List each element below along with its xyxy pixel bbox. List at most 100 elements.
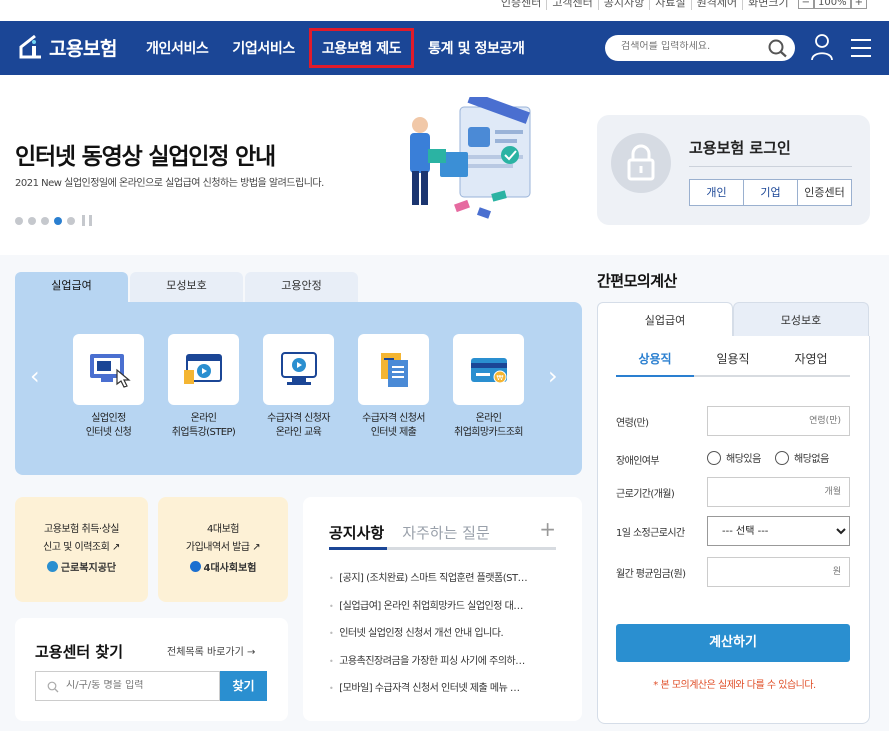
plus-icon[interactable]: +	[539, 517, 556, 541]
login-business-button[interactable]: 기업	[744, 179, 798, 206]
external-link-icon: ↗	[252, 542, 261, 553]
nav-insurance-system[interactable]: 고용보험 제도	[308, 28, 415, 68]
calculator-tabs: 실업급여 모성보호	[597, 302, 869, 337]
search-icon[interactable]	[767, 38, 789, 58]
list-item[interactable]: 인터넷 실업인정 신청서 개선 안내 입니다.	[329, 624, 556, 652]
zoom-out-button[interactable]: −	[797, 0, 815, 9]
service-label: 수급자격 신청자 온라인 교육	[267, 413, 330, 438]
age-input[interactable]	[707, 406, 850, 436]
card-4insurance-certificate[interactable]: 4대보험 가입내역서 발급 ↗ 4대사회보험	[158, 497, 288, 602]
card-text: 4대보험 가입내역서 발급 ↗	[185, 524, 261, 553]
banner-dot-active[interactable]	[54, 216, 62, 225]
tab-faq[interactable]: 자주하는 질문	[402, 522, 490, 543]
wage-label: 월간 평균임금(원)	[616, 569, 686, 580]
list-item[interactable]: [공지] (조치완료) 스마트 직업훈련 플랫폼(ST…	[329, 569, 556, 597]
nav-business-services[interactable]: 기업서비스	[220, 38, 306, 58]
calc-disclaimer: * 본 모의계산은 실제와 다를 수 있습니다.	[653, 680, 816, 691]
card-insurance-history[interactable]: 고용보험 취득·상실 신고 및 이력조회 ↗ 근로복지공단	[15, 497, 148, 602]
wage-row: 월간 평균임금(원)	[616, 557, 850, 587]
util-link-notice[interactable]: 공지사항	[597, 0, 649, 10]
util-link-customer[interactable]: 고객센터	[546, 0, 597, 10]
util-link-cert[interactable]: 인증센터	[496, 0, 546, 10]
period-input[interactable]	[707, 477, 850, 507]
list-item[interactable]: [실업급여] 온라인 취업희망카드 실업인정 대…	[329, 597, 556, 625]
card-text: 고용보험 취득·상실 신고 및 이력조회 ↗	[43, 524, 120, 553]
login-box: 고용보험 로그인 개인 기업 인증센터	[597, 115, 870, 225]
menu-icon[interactable]	[850, 38, 872, 58]
notice-tabs: 공지사항 자주하는 질문	[329, 522, 508, 543]
4insurance-logo: 4대사회보험	[158, 559, 288, 574]
calculator-form: 상용직 일용직 자영업 연령(만) 장애인여부 해당있음 해당없음 근로기간(개…	[597, 336, 870, 724]
age-label: 연령(만)	[616, 418, 649, 429]
tab-unemployment-benefit[interactable]: 실업급여	[15, 272, 128, 302]
util-link-screen-size: 화면크기	[742, 0, 793, 10]
document-icon	[380, 352, 408, 387]
disability-label: 장애인여부	[616, 456, 660, 467]
utility-bar: 인증센터 고객센터 공지사항 자료실 원격제어 화면크기 − 100% +	[0, 0, 889, 21]
chevron-right-icon[interactable]: ›	[548, 362, 558, 390]
calculate-button[interactable]: 계산하기	[616, 624, 850, 662]
hero-title: 인터넷 동영상 실업인정 안내	[15, 144, 276, 170]
service-label: 실업인정 인터넷 신청	[85, 413, 132, 438]
login-personal-button[interactable]: 개인	[689, 179, 744, 206]
notice-list: [공지] (조치완료) 스마트 직업훈련 플랫폼(ST… [실업급여] 온라인 …	[329, 569, 556, 707]
calc-tab-unemployment[interactable]: 실업급여	[597, 302, 733, 337]
chevron-left-icon[interactable]: ‹	[30, 362, 40, 390]
center-search-input[interactable]	[66, 680, 211, 691]
calc-subtab-regular[interactable]: 상용직	[616, 350, 694, 377]
calc-subtab-self-employed[interactable]: 자영업	[772, 350, 850, 375]
monitor-play-icon	[280, 351, 317, 385]
monitor-click-icon	[89, 353, 131, 388]
banner-dot[interactable]	[15, 216, 23, 225]
service-item-job-card[interactable]: ₩ 온라인 취업희망카드조회	[441, 334, 536, 440]
login-cert-center-button[interactable]: 인증센터	[798, 179, 852, 206]
service-item-online-lecture[interactable]: 온라인 취업특강(STEP)	[156, 334, 251, 440]
user-icon[interactable]	[810, 33, 834, 61]
zoom-in-button[interactable]: +	[850, 0, 867, 9]
tab-maternity-protection[interactable]: 모성보호	[130, 272, 243, 302]
service-item-online-education[interactable]: 수급자격 신청자 온라인 교육	[251, 334, 346, 440]
lock-icon	[611, 133, 671, 193]
banner-dot[interactable]	[41, 216, 49, 225]
nav-statistics[interactable]: 통계 및 정보공개	[416, 38, 536, 58]
tab-employment-stability[interactable]: 고용안정	[245, 272, 358, 302]
service-label: 수급자격 신청서 인터넷 제출	[362, 413, 425, 438]
wage-input[interactable]	[707, 557, 850, 587]
search-input[interactable]	[621, 41, 761, 52]
service-item-application-submit[interactable]: 수급자격 신청서 인터넷 제출	[346, 334, 441, 440]
banner-dot[interactable]	[67, 216, 75, 225]
login-button-group: 개인 기업 인증센터	[689, 179, 852, 206]
service-label: 온라인 취업희망카드조회	[454, 413, 523, 438]
tab-notice[interactable]: 공지사항	[329, 522, 384, 543]
service-panel: ‹ › 실업인정 인터넷 신청 온라인 취업특강(STEP) 수급자격 신청자 …	[15, 302, 582, 475]
list-item[interactable]: 고용촉진장려금을 가장한 피싱 사기에 주의하…	[329, 652, 556, 680]
external-link-icon: ↗	[112, 542, 120, 553]
notice-tab-indicator	[329, 547, 556, 550]
logo-icon	[19, 34, 41, 59]
center-search-box	[35, 671, 220, 701]
header: 고용보험 개인서비스 기업서비스 고용보험 제도 통계 및 정보공개	[0, 21, 889, 75]
disability-row: 장애인여부 해당있음 해당없음	[616, 444, 850, 474]
banner-dot[interactable]	[28, 216, 36, 225]
center-list-link[interactable]: 전체목록 바로가기 →	[167, 643, 255, 658]
calculator-title: 간편모의계산	[597, 272, 677, 290]
disability-no-radio[interactable]: 해당없음	[775, 450, 829, 465]
pause-icon[interactable]	[82, 215, 92, 226]
svg-text:₩: ₩	[496, 374, 503, 382]
list-item[interactable]: [모바일] 수급자격 신청서 인터넷 제출 메뉴 …	[329, 679, 556, 707]
site-logo[interactable]: 고용보험	[15, 33, 117, 61]
video-lecture-icon	[183, 353, 222, 384]
util-link-remote[interactable]: 원격제어	[690, 0, 742, 10]
divider	[689, 166, 852, 167]
zoom-value: 100%	[814, 0, 851, 9]
calc-tab-maternity[interactable]: 모성보호	[733, 302, 869, 337]
disability-yes-radio[interactable]: 해당있음	[707, 450, 761, 465]
credit-card-icon: ₩	[470, 357, 507, 383]
hours-select[interactable]: --- 선택 ---	[707, 516, 850, 546]
nav-personal-services[interactable]: 개인서비스	[134, 38, 220, 58]
service-item-unemployment-cert[interactable]: 실업인정 인터넷 신청	[61, 334, 156, 440]
hero-description: 2021 New 실업인정일에 온라인으로 실업급여 신청하는 방법을 알려드립…	[15, 178, 324, 189]
center-search-button[interactable]: 찾기	[220, 671, 267, 701]
calc-subtab-daily[interactable]: 일용직	[694, 350, 772, 375]
util-link-archive[interactable]: 자료실	[649, 0, 690, 10]
